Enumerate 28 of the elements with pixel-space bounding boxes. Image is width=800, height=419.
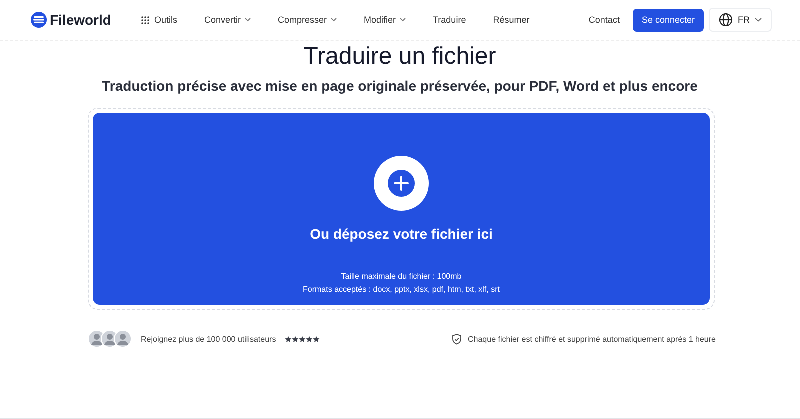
security-text: Chaque fichier est chiffré et supprimé automatiquement après 1 heure [468,334,716,344]
max-size-text: Taille maximale du fichier : 100mb [341,271,462,283]
formats-text: Formats acceptés : docx, pptx, xlsx, pdf, htm, txt, xlf, srt [303,284,500,296]
chevron-icon [755,18,762,22]
language-selector[interactable]: FR [709,8,772,32]
page-subtitle: Traduction précise avec mise en page originale préservée, pour PDF, Word et plus encore [101,78,699,94]
file-dropzone[interactable]: Ou déposez votre fichier ici Taille maximale du fichier : 100mb Formats acceptés : docx, pptx, xlsx, pdf, htm, txt, xlf, srt [93,113,710,305]
grid-icon [141,16,150,24]
nav-link[interactable]: Convertir [204,15,251,25]
nav-link[interactable]: Résumer [493,15,530,25]
login-button[interactable]: Se connecter [632,8,704,32]
page-title: Traduire un fichier [302,43,498,71]
nav-link[interactable]: Modifier [364,15,406,25]
nav-link[interactable]: Compresser [278,15,337,25]
nav-link[interactable]: Outils [141,15,178,25]
drop-prompt: Ou déposez votre fichier ici [310,226,493,242]
chevron-icon [400,18,406,22]
logo-text[interactable]: Fileworld [50,12,112,28]
nav-link[interactable]: Traduire [433,15,466,25]
avatar [114,330,132,348]
contact-link[interactable]: Contact [588,15,620,25]
globe-icon [719,13,733,27]
users-text: Rejoignez plus de 100 000 utilisateurs [141,334,276,344]
plus-icon [388,170,415,197]
logo-icon [31,12,47,28]
chevron-icon [331,18,337,22]
chevron-icon [244,18,251,22]
shield-check-icon [452,334,462,344]
